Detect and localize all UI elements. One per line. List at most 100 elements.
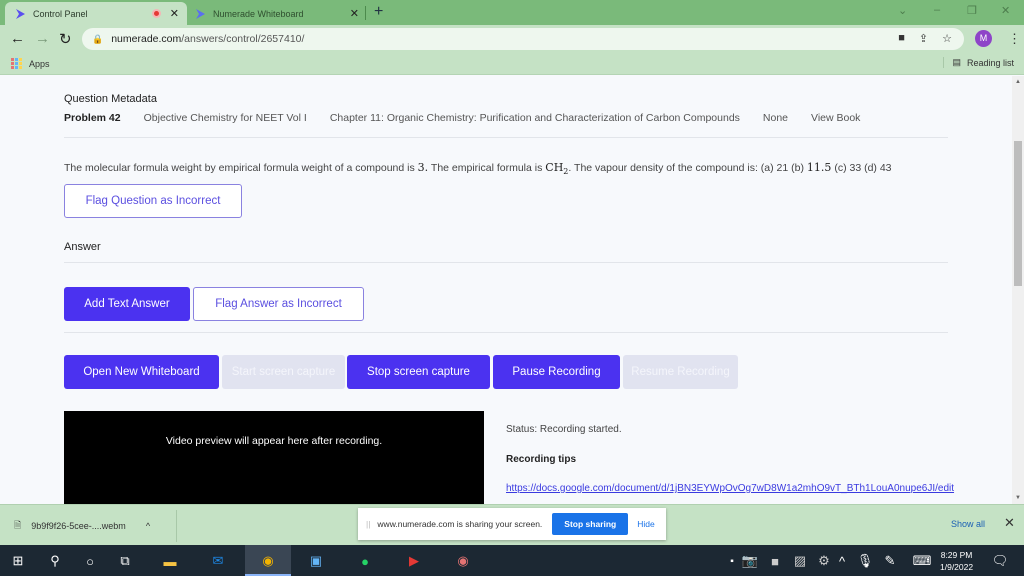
windows-taskbar: ⊞ ⚲ ○ ⧉ ▬ ✉ ◉ ▣ ● ▶ ◉ ▪ 📷 ■ ▨ ⚙ ^ 🎙 ✎ ⌨ … — [0, 545, 1024, 576]
microphone-icon[interactable]: 🎙 — [855, 551, 875, 571]
show-hidden-icons-icon[interactable]: ^ — [832, 551, 852, 571]
close-tab-icon[interactable]: ✕ — [170, 7, 179, 20]
book-title: Objective Chemistry for NEET Vol I — [143, 112, 307, 124]
task-view-icon[interactable]: ⧉ — [115, 551, 135, 571]
recording-tips-link[interactable]: https://docs.google.com/document/d/1jBN3… — [506, 483, 954, 494]
keyboard-icon[interactable]: ⌨ — [912, 551, 932, 571]
page-scrollbar[interactable]: ▲ ▼ — [1012, 76, 1024, 504]
resume-recording-button[interactable]: Resume Recording — [623, 355, 738, 389]
chapter-title: Chapter 11: Organic Chemistry: Purificat… — [329, 112, 740, 124]
restore-button[interactable]: ❐ — [967, 4, 977, 17]
back-button[interactable]: ← — [10, 30, 25, 47]
hide-button[interactable]: Hide — [637, 519, 654, 529]
reload-button[interactable]: ↻ — [59, 30, 72, 48]
flag-answer-button[interactable]: Flag Answer as Incorrect — [193, 287, 364, 321]
question-part: . The vapour density of the compound is:… — [568, 162, 807, 174]
apps-shortcut[interactable]: Apps — [11, 58, 50, 69]
scroll-down-icon[interactable]: ▼ — [1015, 495, 1021, 501]
question-part: The molecular formula weight by empirica… — [64, 162, 418, 174]
file-explorer-icon[interactable]: ▬ — [160, 551, 180, 571]
apps-label: Apps — [29, 58, 50, 69]
youtube-icon[interactable]: ▶ — [404, 551, 424, 571]
question-text: The molecular formula weight by empirica… — [64, 161, 892, 176]
question-part: The empirical formula is — [428, 162, 546, 174]
flag-question-button[interactable]: Flag Question as Incorrect — [64, 184, 242, 218]
chrome-icon[interactable]: ◉ — [258, 551, 278, 571]
url-input[interactable]: 🔒 numerade.com/answers/control/2657410/ … — [82, 28, 964, 50]
share-icon[interactable]: ⇪ — [919, 32, 928, 45]
file-icon: 🗎 — [14, 520, 22, 530]
close-download-bar-icon[interactable]: ✕ — [1004, 515, 1015, 531]
new-tab-button[interactable]: + — [374, 3, 383, 21]
close-window-button[interactable]: ✕ — [1001, 4, 1010, 17]
action-center-icon[interactable]: 🗨 — [990, 551, 1010, 571]
video-preview-text: Video preview will appear here after rec… — [165, 435, 383, 447]
video-camera-icon[interactable]: ■ — [765, 551, 785, 571]
divider — [64, 332, 948, 333]
scrollbar-thumb[interactable] — [1014, 141, 1022, 286]
divider — [64, 137, 948, 138]
page-content: Question Metadata Problem 42 Objective C… — [0, 76, 1012, 504]
view-book-link[interactable]: View Book — [811, 112, 860, 124]
divider — [176, 510, 177, 542]
download-filename: 9b9f9f26-5cee-....webm — [31, 521, 126, 531]
search-icon[interactable]: ⚲ — [45, 551, 65, 571]
question-part: (c) 33 (d) 43 — [831, 162, 892, 174]
tab-numerade-whiteboard[interactable]: Numerade Whiteboard ✕ — [187, 2, 367, 25]
whatsapp-icon[interactable]: ● — [355, 551, 375, 571]
forward-button[interactable]: → — [35, 30, 50, 47]
tab-separator — [365, 6, 366, 20]
start-screen-capture-button[interactable]: Start screen capture — [222, 355, 345, 389]
browser-menu-icon[interactable]: ⋮ — [1008, 31, 1021, 47]
stop-sharing-button[interactable]: Stop sharing — [552, 513, 629, 535]
minimize-button[interactable]: – — [934, 4, 940, 16]
clock-date: 1/9/2022 — [940, 562, 974, 572]
pen-icon[interactable]: ✎ — [880, 551, 900, 571]
notification-tray-icon[interactable]: ▪ — [722, 551, 742, 571]
show-all-downloads-link[interactable]: Show all — [951, 519, 985, 529]
add-text-answer-button[interactable]: Add Text Answer — [64, 287, 190, 321]
share-message: www.numerade.com is sharing your screen. — [377, 519, 543, 529]
video-preview: Video preview will appear here after rec… — [64, 411, 484, 504]
settings-gear-icon[interactable]: ⚙ — [814, 551, 834, 571]
download-item[interactable]: 🗎 9b9f9f26-5cee-....webm ^ — [14, 518, 150, 534]
reading-list-button[interactable]: ▤ Reading list — [943, 57, 1014, 68]
camera-icon[interactable]: 📷 — [740, 551, 760, 571]
mail-icon[interactable]: ✉ — [208, 551, 228, 571]
camera-in-use-icon[interactable]: ■ — [898, 32, 905, 45]
question-math: CH — [545, 161, 564, 174]
metadata-heading: Question Metadata — [64, 93, 157, 105]
question-math: 3. — [417, 161, 429, 174]
question-math: 11.5 — [806, 161, 832, 174]
recording-indicator-icon — [151, 9, 161, 18]
tab-control-panel[interactable]: Control Panel ✕ — [5, 2, 187, 25]
recording-status: Status: Recording started. — [506, 424, 622, 435]
chrome-profile-icon[interactable]: ◉ — [453, 551, 473, 571]
gallery-icon[interactable]: ▨ — [790, 551, 810, 571]
scroll-up-icon[interactable]: ▲ — [1015, 79, 1021, 85]
tab-search-icon[interactable]: ⌄ — [898, 4, 907, 17]
metadata-row: Problem 42 Objective Chemistry for NEET … — [64, 112, 883, 124]
close-tab-icon[interactable]: ✕ — [350, 7, 359, 20]
chevron-up-icon[interactable]: ^ — [146, 521, 150, 531]
url-host: numerade.com — [111, 33, 182, 45]
profile-avatar[interactable]: M — [975, 30, 992, 47]
address-toolbar: ← → ↻ 🔒 numerade.com/answers/control/265… — [0, 25, 1024, 53]
cortana-icon[interactable]: ○ — [80, 551, 100, 571]
stop-screen-capture-button[interactable]: Stop screen capture — [347, 355, 490, 389]
clock-time: 8:29 PM — [940, 550, 973, 560]
bookmark-star-icon[interactable]: ☆ — [942, 32, 952, 45]
open-whiteboard-button[interactable]: Open New Whiteboard — [64, 355, 219, 389]
answer-heading: Answer — [64, 241, 101, 253]
apps-grid-icon — [11, 58, 22, 69]
pause-recording-button[interactable]: Pause Recording — [493, 355, 620, 389]
recording-tips-heading: Recording tips — [506, 454, 577, 465]
store-icon[interactable]: ▣ — [306, 551, 326, 571]
bookmarks-bar: Apps ▤ Reading list — [0, 53, 1024, 75]
divider — [64, 262, 948, 263]
windows-start-icon[interactable]: ⊞ — [8, 551, 28, 571]
drag-handle-icon[interactable]: || — [366, 519, 370, 529]
download-bar: 🗎 9b9f9f26-5cee-....webm ^ || www.numera… — [0, 504, 1024, 545]
system-clock[interactable]: 8:29 PM 1/9/2022 — [940, 549, 973, 573]
reading-list-icon: ▤ — [952, 57, 961, 67]
